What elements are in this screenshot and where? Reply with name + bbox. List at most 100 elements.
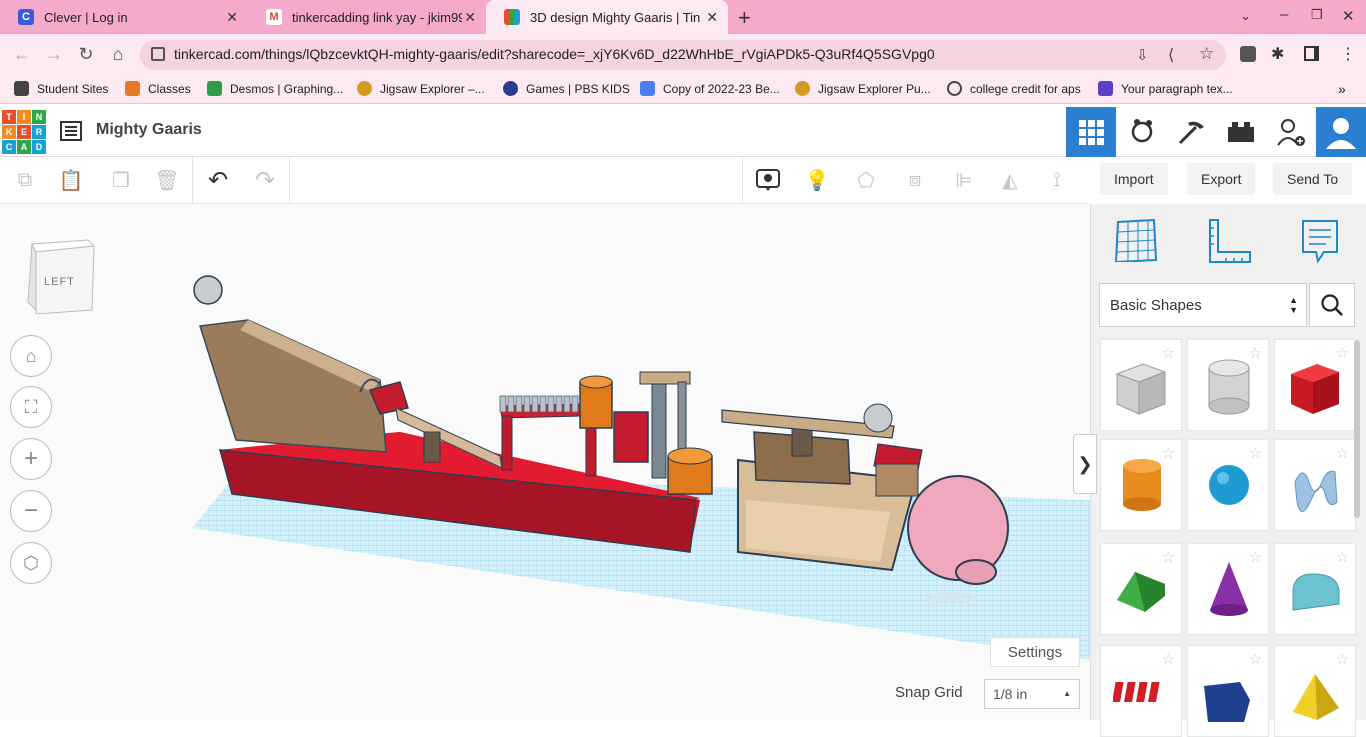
star-icon[interactable]: ☆: [1162, 650, 1175, 668]
back-icon[interactable]: ←: [10, 42, 34, 66]
tab-tinkercad[interactable]: 3D design Mighty Gaaris | Tinker... ✕: [486, 0, 728, 34]
menu-icon[interactable]: ⋮: [1340, 44, 1356, 64]
bookmark-classes[interactable]: Classes: [125, 81, 191, 96]
bookmark-student-sites[interactable]: Student Sites: [14, 81, 108, 96]
bookmark-star-icon[interactable]: ☆: [1199, 44, 1214, 64]
bookmark-jigsaw-1[interactable]: Jigsaw Explorer –...: [357, 81, 485, 96]
url-text[interactable]: tinkercad.com/things/lQbzcevktQH-mighty-…: [174, 46, 935, 62]
view-cube[interactable]: LEFT: [26, 232, 96, 315]
bookmark-paragraph[interactable]: Your paragraph tex...: [1098, 81, 1233, 96]
star-icon[interactable]: ☆: [1162, 444, 1175, 462]
notes-tool-icon[interactable]: [1300, 218, 1340, 269]
settings-button[interactable]: Settings: [990, 637, 1080, 667]
copy-icon[interactable]: ⧉: [10, 165, 40, 195]
delete-icon[interactable]: 🗑: [152, 165, 182, 195]
bookmark-pbs-kids[interactable]: Games | PBS KIDS: [503, 81, 630, 96]
toolbar-divider: [289, 157, 290, 204]
close-tab-icon[interactable]: ✕: [706, 9, 718, 26]
star-icon[interactable]: ☆: [1336, 650, 1349, 668]
bookmark-desmos[interactable]: Desmos | Graphing...: [207, 81, 343, 96]
star-icon[interactable]: ☆: [1336, 548, 1349, 566]
build-icon[interactable]: [1166, 107, 1216, 157]
notes-icon[interactable]: [753, 165, 783, 195]
bookmark-copy-2022[interactable]: Copy of 2022-23 Be...: [640, 81, 780, 96]
workplane-canvas[interactable]: LEFT: [0, 204, 1090, 720]
import-button[interactable]: Import: [1100, 163, 1168, 195]
light-icon[interactable]: 💡: [802, 165, 832, 195]
fit-view-icon[interactable]: ⛶: [10, 386, 52, 428]
tab-clever[interactable]: C Clever | Log in ✕: [0, 0, 248, 34]
extension-icon[interactable]: [1240, 46, 1256, 62]
pyramid-shape[interactable]: ☆: [1274, 645, 1356, 737]
align-icon[interactable]: ⊫: [949, 165, 979, 195]
close-tab-icon[interactable]: ✕: [226, 9, 238, 26]
puzzle-icon[interactable]: ✱: [1271, 44, 1284, 64]
round-roof-shape[interactable]: ☆: [1274, 543, 1356, 635]
roof-shape[interactable]: ☆: [1100, 543, 1182, 635]
tab-search-icon[interactable]: ⌄: [1240, 8, 1251, 24]
side-panel-icon[interactable]: [1304, 46, 1319, 61]
collapse-panel-icon[interactable]: ❯: [1073, 434, 1097, 494]
shape-icon[interactable]: ⬠: [851, 165, 881, 195]
panel-scrollbar[interactable]: [1354, 340, 1360, 518]
bricks-icon[interactable]: [1216, 107, 1266, 157]
snap-grid-select[interactable]: 1/8 in ▲: [984, 679, 1080, 709]
add-user-icon[interactable]: [1266, 107, 1316, 157]
cylinder-shape[interactable]: ☆: [1100, 439, 1182, 531]
scene-3d[interactable]: [0, 204, 1090, 720]
design-title[interactable]: Mighty Gaaris: [96, 121, 202, 139]
more-bookmarks-icon[interactable]: »: [1338, 81, 1346, 97]
share-icon[interactable]: ⟨: [1168, 45, 1174, 65]
bookmark-jigsaw-2[interactable]: Jigsaw Explorer Pu...: [795, 81, 931, 96]
tinkercad-icon: [504, 9, 520, 25]
home-view-icon[interactable]: ⌂: [10, 335, 52, 377]
star-icon[interactable]: ☆: [1249, 650, 1262, 668]
clever-icon: C: [18, 9, 34, 25]
restore-icon[interactable]: ❐: [1311, 7, 1323, 23]
star-icon[interactable]: ☆: [1162, 548, 1175, 566]
ruler-tool-icon[interactable]: [1206, 218, 1252, 269]
star-icon[interactable]: ☆: [1249, 548, 1262, 566]
paste-icon[interactable]: 📋: [56, 165, 86, 195]
star-icon[interactable]: ☆: [1249, 444, 1262, 462]
zoom-out-icon[interactable]: −: [10, 490, 52, 532]
site-info-icon[interactable]: [151, 47, 165, 61]
group-icon[interactable]: ⧈: [900, 165, 930, 195]
redo-icon[interactable]: ↷: [250, 165, 280, 195]
reload-icon[interactable]: ↻: [74, 42, 98, 66]
search-icon[interactable]: [1309, 283, 1355, 327]
undo-icon[interactable]: ↶: [203, 165, 233, 195]
workplane-tool-icon[interactable]: [1114, 218, 1158, 267]
box-solid-shape[interactable]: ☆: [1274, 339, 1356, 431]
minimize-icon[interactable]: –: [1280, 6, 1288, 23]
tab-gmail[interactable]: M tinkercadding link yay - jkim992... ✕: [248, 0, 486, 34]
sim-lab-icon[interactable]: [1117, 107, 1167, 157]
profile-avatar[interactable]: [1316, 107, 1366, 157]
install-app-icon[interactable]: ⇩: [1136, 46, 1149, 64]
box-shape[interactable]: ☆: [1100, 339, 1182, 431]
cylinder-hole-shape[interactable]: ☆: [1187, 339, 1269, 431]
close-tab-icon[interactable]: ✕: [464, 9, 476, 26]
polygon-shape[interactable]: ☆: [1187, 645, 1269, 737]
zoom-in-icon[interactable]: +: [10, 438, 52, 480]
grid-view-icon[interactable]: [1066, 107, 1116, 157]
export-button[interactable]: Export: [1187, 163, 1256, 195]
mirror-icon[interactable]: ◭: [995, 165, 1025, 195]
forward-icon[interactable]: →: [42, 42, 66, 66]
orthographic-icon[interactable]: ⬡: [10, 542, 52, 584]
shapes-category-select[interactable]: Basic Shapes ▲ ▼: [1099, 283, 1307, 327]
bookmark-college-credit[interactable]: college credit for aps: [947, 81, 1081, 96]
tinkercad-logo[interactable]: T I N K E R C A D: [2, 110, 46, 154]
send-to-button[interactable]: Send To: [1273, 163, 1353, 195]
duplicate-icon[interactable]: ❐: [106, 165, 136, 195]
window-close-icon[interactable]: ✕: [1342, 7, 1355, 25]
design-list-icon[interactable]: [60, 121, 82, 141]
scribble-shape[interactable]: ☆: [1274, 439, 1356, 531]
text-shape[interactable]: ☆: [1100, 645, 1182, 737]
sphere-shape[interactable]: ☆: [1187, 439, 1269, 531]
workplane-magnet-icon[interactable]: ⟟: [1042, 165, 1072, 195]
home-icon[interactable]: ⌂: [106, 42, 130, 66]
cone-shape[interactable]: ☆: [1187, 543, 1269, 635]
star-icon[interactable]: ☆: [1336, 444, 1349, 462]
new-tab-icon[interactable]: +: [738, 5, 751, 31]
